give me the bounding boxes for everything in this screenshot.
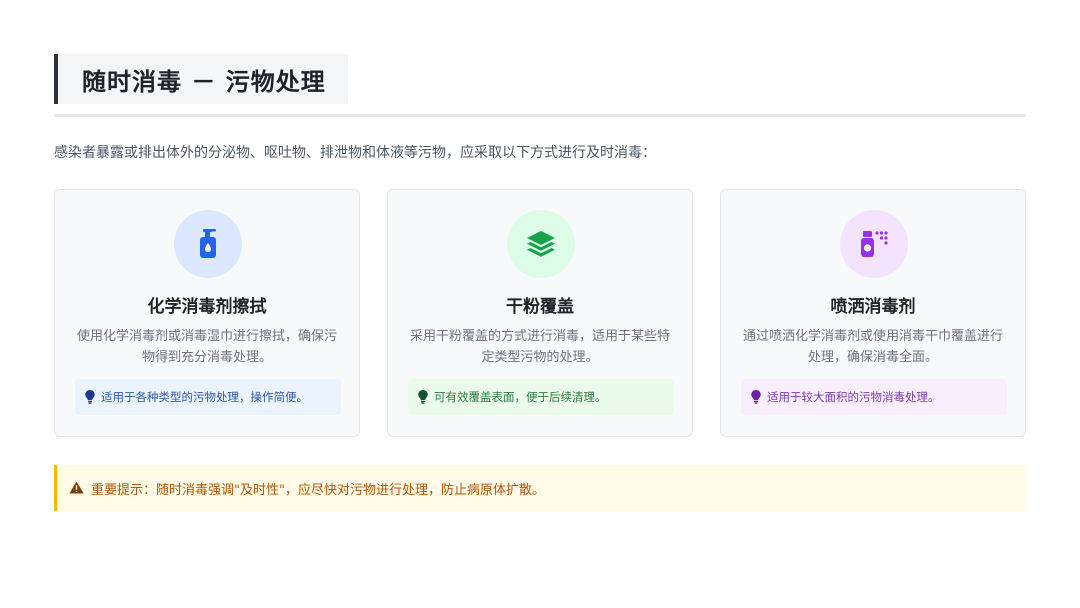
notice-text: 重要提示：随时消毒强调"及时性"，应尽快对污物进行处理，防止病原体扩散。 xyxy=(91,482,545,498)
card-title: 干粉覆盖 xyxy=(506,297,574,317)
card-dry-powder: 干粉覆盖 采用干粉覆盖的方式进行消毒，适用于某些特定类型污物的处理。 可有效覆盖… xyxy=(387,189,693,437)
card-icon-circle xyxy=(840,210,908,278)
method-cards: 化学消毒剂擦拭 使用化学消毒剂或消毒湿巾进行擦拭，确保污物得到充分消毒处理。 适… xyxy=(54,189,1026,437)
card-description: 采用干粉覆盖的方式进行消毒，适用于某些特定类型污物的处理。 xyxy=(410,329,671,365)
card-description: 使用化学消毒剂或消毒湿巾进行擦拭，确保污物得到充分消毒处理。 xyxy=(77,329,338,365)
card-title: 化学消毒剂擦拭 xyxy=(147,297,267,317)
layers-icon xyxy=(527,231,555,257)
card-title: 喷洒消毒剂 xyxy=(830,297,916,317)
card-tip: 可有效覆盖表面，便于后续清理。 xyxy=(408,379,674,415)
card-tip-text: 适用于较大面积的污物消毒处理。 xyxy=(767,390,940,404)
lightbulb-icon xyxy=(417,389,429,405)
lightbulb-icon xyxy=(750,389,762,405)
important-notice: 重要提示：随时消毒强调"及时性"，应尽快对污物进行处理，防止病原体扩散。 xyxy=(54,465,1026,511)
lightbulb-icon xyxy=(84,389,96,405)
pump-bottle-icon xyxy=(200,229,216,258)
warning-icon xyxy=(69,481,85,495)
card-tip: 适用于各种类型的污物处理，操作简便。 xyxy=(75,379,341,415)
card-chemical-wipe: 化学消毒剂擦拭 使用化学消毒剂或消毒湿巾进行擦拭，确保污物得到充分消毒处理。 适… xyxy=(54,189,360,437)
card-description: 通过喷洒化学消毒剂或使用消毒干巾覆盖进行处理，确保消毒全面。 xyxy=(743,329,1004,365)
intro-text: 感染者暴露或排出体外的分泌物、呕吐物、排泄物和体液等污物，应采取以下方式进行及时… xyxy=(54,145,656,161)
card-icon-circle xyxy=(174,210,242,278)
card-icon-circle xyxy=(507,210,575,278)
title-divider xyxy=(54,114,1026,117)
spray-can-icon xyxy=(861,231,888,257)
page-title-box: 随时消毒 － 污物处理 xyxy=(54,54,348,104)
slide: 随时消毒 － 污物处理 感染者暴露或排出体外的分泌物、呕吐物、排泄物和体液等污物… xyxy=(0,0,1080,608)
card-spray: 喷洒消毒剂 通过喷洒化学消毒剂或使用消毒干巾覆盖进行处理，确保消毒全面。 适用于… xyxy=(720,189,1026,437)
page-title: 随时消毒 － 污物处理 xyxy=(82,66,326,96)
card-tip-text: 适用于各种类型的污物处理，操作简便。 xyxy=(101,390,308,404)
card-tip-text: 可有效覆盖表面，便于后续清理。 xyxy=(434,390,607,404)
card-tip: 适用于较大面积的污物消毒处理。 xyxy=(741,379,1007,415)
